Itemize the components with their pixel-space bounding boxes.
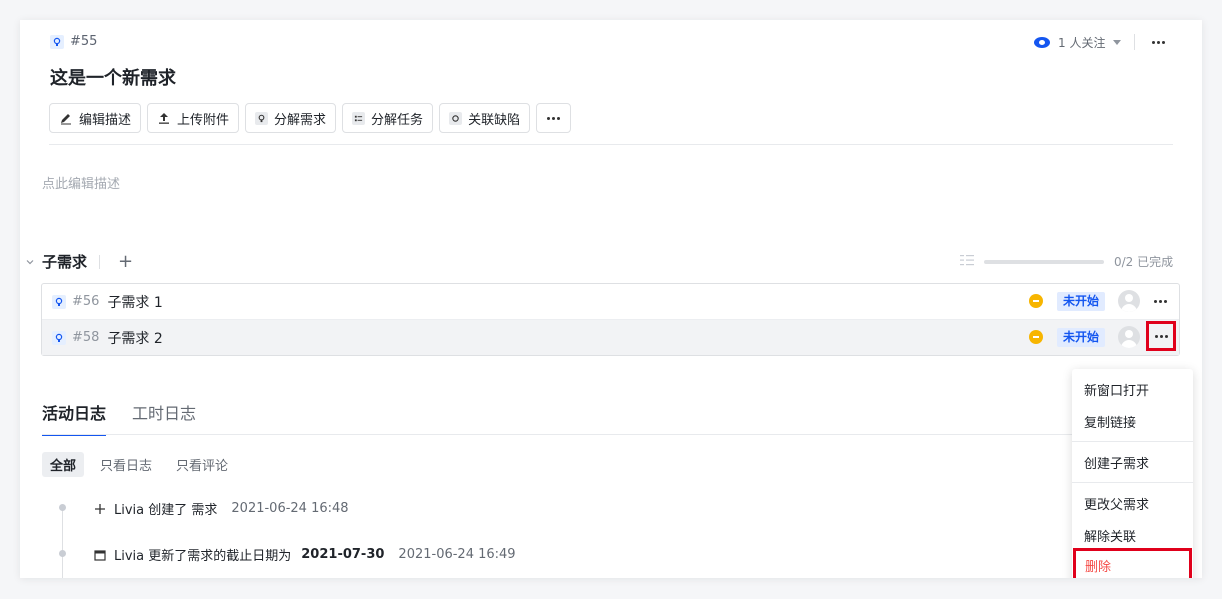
checklist-icon[interactable] [960,254,974,269]
more-button[interactable] [1152,41,1165,44]
log-entry: Livia 更新了需求的截止日期为 2021-07-30 2021-06-24 … [94,545,516,564]
requirement-name[interactable]: 子需求 1 [107,292,162,312]
task-list-icon [352,111,366,125]
plus-icon [95,503,105,514]
avatar[interactable] [1118,326,1140,348]
pencil-icon [61,114,71,125]
divider [1072,441,1193,442]
log-filters: 全部 只看日志 只看评论 [42,452,236,477]
chevron-down-icon[interactable] [26,258,34,266]
chevron-down-icon [1113,40,1122,45]
subrequirements-heading: 子需求 [42,253,88,271]
row-context-menu: 新窗口打开 复制链接 创建子需求 更改父需求 解除关联 删除 [1072,369,1193,578]
description-placeholder[interactable]: 点此编辑描述 [42,173,120,192]
filter-logs[interactable]: 只看日志 [92,452,160,477]
subrequirements-header: 子需求 + [26,251,133,272]
tab-worklog[interactable]: 工时日志 [132,400,196,436]
divider [49,144,1173,145]
divider [99,254,101,269]
divider [42,434,1182,435]
requirement-id: #55 [50,34,97,49]
priority-icon[interactable] [1029,330,1043,344]
eye-icon [1034,37,1050,48]
edit-description-button[interactable]: 编辑描述 [49,103,142,133]
status-badge[interactable]: 未开始 [1057,328,1106,347]
calendar-icon [94,549,106,561]
menu-item-change-parent[interactable]: 更改父需求 [1084,494,1149,513]
divider [1072,482,1193,483]
tab-activity-log[interactable]: 活动日志 [42,400,107,436]
status-badge[interactable]: 未开始 [1057,292,1106,311]
avatar[interactable] [1118,290,1140,312]
row-more-button[interactable] [1154,300,1167,303]
filter-all[interactable]: 全部 [42,452,85,477]
menu-item-unlink[interactable]: 解除关联 [1084,526,1136,545]
add-subrequirement-button[interactable]: + [118,251,133,272]
more-icon [547,116,561,120]
tab-bar: 活动日志 工时日志 [42,400,196,436]
filter-comments[interactable]: 只看评论 [168,452,236,477]
page-title: 这是一个新需求 [50,68,176,89]
more-icon [1154,334,1168,338]
lightbulb-icon [52,330,66,345]
split-requirement-button[interactable]: 分解需求 [245,103,337,133]
progress-label: 0/2 已完成 [1114,255,1174,269]
menu-item-copy-link[interactable]: 复制链接 [1084,412,1136,431]
divider [1134,34,1135,50]
toolbar: 编辑描述 上传附件 分解需求 分解任务 关联缺陷 [49,103,572,133]
lightbulb-icon [52,294,66,309]
lightbulb-icon [255,111,269,125]
requirement-detail-card: #55 这是一个新需求 1 人关注 编辑描述 上传附件 分解需求 分解任务 关联… [20,20,1202,578]
requirement-id: #58 [52,330,99,345]
subrequirement-list: #56 子需求 1 未开始 #58 子需求 2 未开始 [41,283,1180,356]
priority-icon[interactable] [1029,294,1043,308]
upload-attachment-button[interactable]: 上传附件 [147,103,240,133]
table-row[interactable]: #58 子需求 2 未开始 [42,319,1179,355]
table-row[interactable]: #56 子需求 1 未开始 [42,284,1179,319]
requirement-id: #56 [52,294,99,309]
menu-item-delete[interactable]: 删除 [1073,548,1192,578]
progress-summary: 0/2 已完成 [960,253,1173,270]
timeline-dot [59,550,66,557]
split-task-button[interactable]: 分解任务 [342,103,434,133]
lightbulb-icon [50,34,64,49]
timeline-line [62,506,63,578]
requirement-name[interactable]: 子需求 2 [107,328,162,348]
log-entry: Livia 创建了 需求 2021-06-24 16:48 [94,499,349,518]
toolbar-more-button[interactable] [536,103,572,133]
upload-icon [159,113,170,124]
link-bug-button[interactable]: 关联缺陷 [439,103,531,133]
menu-item-open-new-window[interactable]: 新窗口打开 [1084,380,1149,399]
progress-bar [984,259,1104,264]
watchers-label: 1 人关注 [1058,36,1106,50]
watch-button[interactable]: 1 人关注 [1034,34,1122,51]
timeline-dot [59,504,66,511]
row-more-button[interactable] [1146,321,1176,351]
bug-icon [449,111,463,125]
menu-item-create-child[interactable]: 创建子需求 [1084,453,1149,472]
